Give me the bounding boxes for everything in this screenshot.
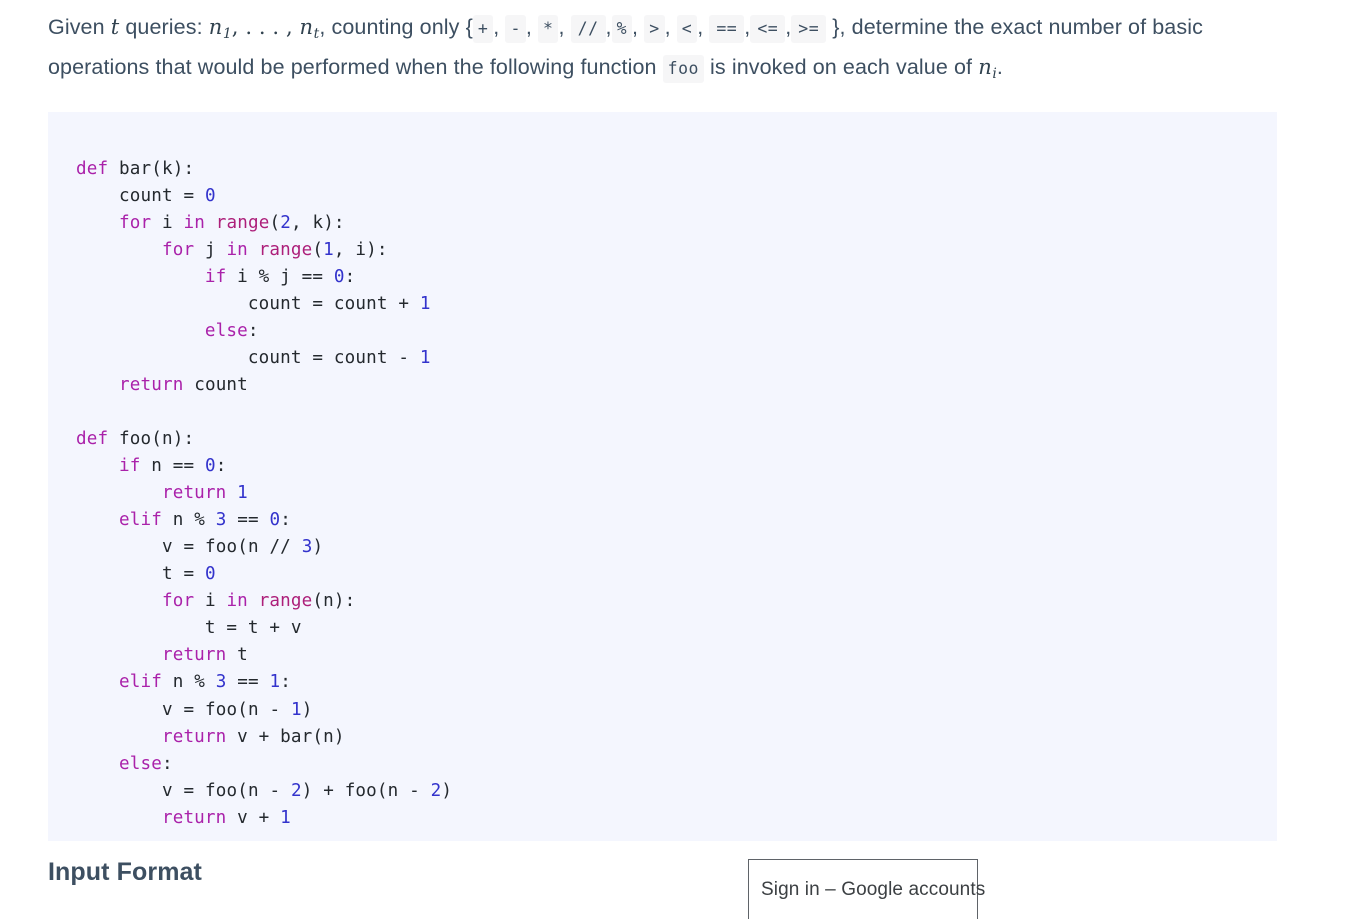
statement-text-5: is invoked on each value of	[703, 54, 979, 79]
statement-text-1: Given	[48, 15, 111, 39]
foo-function-chip: foo	[662, 54, 704, 83]
operator-separator: ,	[525, 15, 539, 39]
code-content: def bar(k): count = 0 for i in range(2, …	[76, 158, 453, 828]
operator-chip-list: +, -, *, //,%, >, <, ==, <=, >=	[472, 15, 832, 43]
statement-text-6: .	[996, 54, 1003, 79]
input-format-heading: Input Format	[48, 858, 202, 886]
code-block: def bar(k): count = 0 for i in range(2, …	[48, 112, 1277, 841]
operator-chip-*: *	[538, 15, 559, 43]
operator-separator: ,	[632, 15, 645, 39]
sequence-separator: , . . . ,	[231, 15, 300, 39]
operator-chip-<: <	[676, 15, 698, 43]
google-signin-popup[interactable]: Sign in – Google accounts	[748, 859, 985, 919]
operator-chip--: -	[505, 15, 526, 43]
operator-chip->: >	[644, 15, 665, 43]
operator-chip-//: //	[570, 15, 606, 43]
google-signin-popup-title: Sign in – Google accounts	[761, 878, 986, 900]
operator-separator: ,	[605, 15, 612, 39]
sequence-n1: n1	[208, 15, 232, 42]
sequence-nt: nt	[299, 15, 320, 42]
operator-chip->=: >=	[791, 15, 827, 43]
operator-chip-+: +	[472, 15, 494, 43]
operator-separator: ,	[558, 15, 571, 39]
operator-chip-<=: <=	[750, 15, 786, 43]
operator-separator: ,	[664, 15, 677, 39]
operator-separator: ,	[697, 15, 710, 39]
statement-text-2: queries:	[119, 15, 209, 39]
operator-chip-==: ==	[709, 15, 745, 43]
variable-t: t	[110, 15, 120, 39]
operator-separator: ,	[493, 15, 506, 39]
problem-statement: Given t queries: n1, . . . , nt, countin…	[48, 0, 1304, 91]
operator-chip-%: %	[611, 15, 633, 43]
problem-page: Given t queries: n1, . . . , nt, countin…	[0, 0, 1352, 919]
statement-text-3: , counting only {	[319, 15, 473, 39]
variable-ni: ni	[978, 54, 997, 82]
